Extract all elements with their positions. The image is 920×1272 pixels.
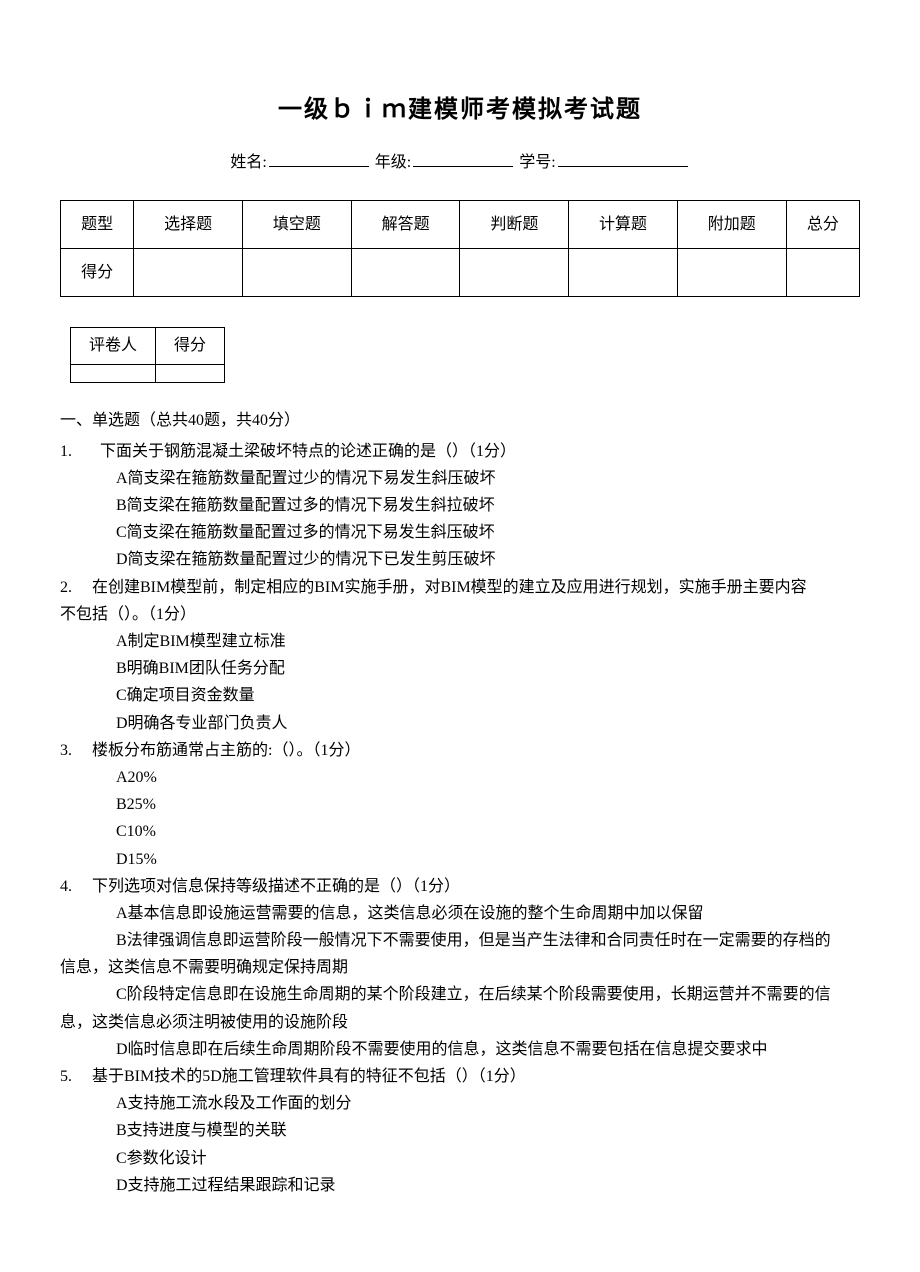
score-cell[interactable] <box>242 249 351 297</box>
col-header: 填空题 <box>242 200 351 248</box>
col-header: 计算题 <box>569 200 678 248</box>
q5-stem: 基于BIM技术的5D施工管理软件具有的特征不包括（）（1分） <box>92 1068 526 1085</box>
grade-blank[interactable] <box>413 149 513 167</box>
id-blank[interactable] <box>558 149 688 167</box>
q2-option-c: C确定项目资金数量 <box>60 682 860 709</box>
q3-option-b: B25% <box>60 791 860 818</box>
grader-score-cell[interactable] <box>156 364 225 382</box>
q2-stem-cont: 不包括（）。（1分） <box>60 601 860 628</box>
q4-option-c: C阶段特定信息即在设施生命周期的某个阶段建立，在后续某个阶段需要使用，长期运营并… <box>60 981 860 1008</box>
grader-cell[interactable] <box>71 364 156 382</box>
q2-stem: 在创建BIM模型前，制定相应的BIM实施手册，对BIM模型的建立及应用进行规划，… <box>92 579 807 596</box>
score-cell[interactable] <box>677 249 786 297</box>
question-3: 3. 楼板分布筋通常占主筋的:（）。（1分） <box>60 737 860 764</box>
name-blank[interactable] <box>269 149 369 167</box>
score-cell[interactable] <box>569 249 678 297</box>
q1-option-c: C简支梁在箍筋数量配置过多的情况下易发生斜压破坏 <box>60 519 860 546</box>
q3-option-d: D15% <box>60 846 860 873</box>
q5-option-a: A支持施工流水段及工作面的划分 <box>60 1090 860 1117</box>
q2-option-d: D明确各专业部门负责人 <box>60 710 860 737</box>
score-cell[interactable] <box>134 249 243 297</box>
q5-option-c: C参数化设计 <box>60 1145 860 1172</box>
question-4: 4. 下列选项对信息保持等级描述不正确的是（）（1分） <box>60 873 860 900</box>
grade-label: 年级: <box>375 154 411 171</box>
q4-option-b-cont: 信息，这类信息不需要明确规定保持周期 <box>60 954 860 981</box>
page-title: 一级ｂｉｍ建模师考模拟考试题 <box>60 90 860 131</box>
question-5: 5. 基于BIM技术的5D施工管理软件具有的特征不包括（）（1分） <box>60 1063 860 1090</box>
q3-stem: 楼板分布筋通常占主筋的:（）。（1分） <box>92 742 360 759</box>
question-2: 2. 在创建BIM模型前，制定相应的BIM实施手册，对BIM模型的建立及应用进行… <box>60 574 860 601</box>
q1-option-d: D简支梁在箍筋数量配置过少的情况下已发生剪压破坏 <box>60 546 860 573</box>
q1-option-a: A简支梁在箍筋数量配置过少的情况下易发生斜压破坏 <box>60 465 860 492</box>
q5-number: 5. <box>60 1063 88 1090</box>
name-label: 姓名: <box>230 154 266 171</box>
col-header: 附加题 <box>677 200 786 248</box>
student-info-line: 姓名: 年级: 学号: <box>60 149 860 176</box>
grader-score-label: 得分 <box>156 328 225 364</box>
q3-option-a: A20% <box>60 764 860 791</box>
q1-stem: 下面关于钢筋混凝土梁破坏特点的论述正确的是（）（1分） <box>100 443 516 460</box>
section-1-title: 一、单选题（总共40题，共40分） <box>60 407 860 434</box>
score-type-table: 题型 选择题 填空题 解答题 判断题 计算题 附加题 总分 得分 <box>60 200 860 297</box>
col-header: 选择题 <box>134 200 243 248</box>
q4-option-a: A基本信息即设施运营需要的信息，这类信息必须在设施的整个生命周期中加以保留 <box>60 900 860 927</box>
q3-number: 3. <box>60 737 88 764</box>
grader-label: 评卷人 <box>71 328 156 364</box>
q4-stem: 下列选项对信息保持等级描述不正确的是（）（1分） <box>92 878 460 895</box>
q3-option-c: C10% <box>60 818 860 845</box>
question-1: 1. 下面关于钢筋混凝土梁破坏特点的论述正确的是（）（1分） <box>60 438 860 465</box>
q4-number: 4. <box>60 873 88 900</box>
row-label: 得分 <box>61 249 134 297</box>
grader-table: 评卷人 得分 <box>70 327 225 382</box>
score-cell[interactable] <box>786 249 859 297</box>
q4-option-b: B法律强调信息即运营阶段一般情况下不需要使用，但是当产生法律和合同责任时在一定需… <box>60 927 860 954</box>
col-header: 解答题 <box>351 200 460 248</box>
q4-option-d: D临时信息即在后续生命周期阶段不需要使用的信息，这类信息不需要包括在信息提交要求… <box>60 1036 860 1063</box>
q2-option-a: A制定BIM模型建立标准 <box>60 628 860 655</box>
col-header: 题型 <box>61 200 134 248</box>
q2-option-b: B明确BIM团队任务分配 <box>60 655 860 682</box>
q1-number: 1. <box>60 438 88 465</box>
q5-option-d: D支持施工过程结果跟踪和记录 <box>60 1172 860 1199</box>
q4-option-c-cont: 息，这类信息必须注明被使用的设施阶段 <box>60 1009 860 1036</box>
col-header: 总分 <box>786 200 859 248</box>
score-cell[interactable] <box>351 249 460 297</box>
q2-number: 2. <box>60 574 88 601</box>
col-header: 判断题 <box>460 200 569 248</box>
q1-option-b: B简支梁在箍筋数量配置过多的情况下易发生斜拉破坏 <box>60 492 860 519</box>
score-cell[interactable] <box>460 249 569 297</box>
q5-option-b: B支持进度与模型的关联 <box>60 1117 860 1144</box>
id-label: 学号: <box>519 154 555 171</box>
